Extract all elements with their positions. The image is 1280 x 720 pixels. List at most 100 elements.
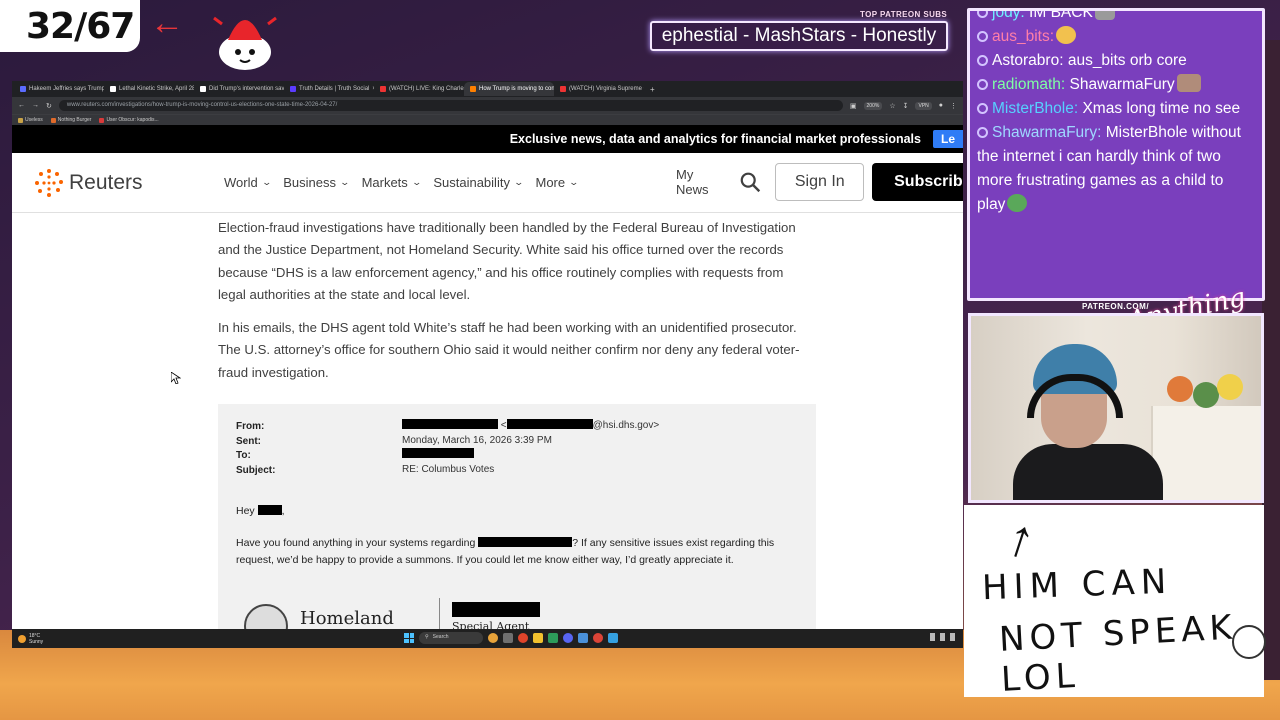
task-view-icon[interactable] [503, 633, 513, 643]
chrome-icon[interactable] [593, 633, 603, 643]
browser-tab[interactable]: Truth Details | Truth Social× [284, 82, 374, 96]
sign-in-button[interactable]: Sign In [775, 163, 865, 201]
favicon-icon [20, 86, 26, 92]
chevron-down-icon: ⌄ [411, 177, 422, 187]
chat-text: ShawarmaFury [1065, 76, 1175, 93]
browser-tab[interactable]: Lethal Kinetic Strike, April 28, 2× [104, 82, 194, 96]
browser-app-icon[interactable] [518, 633, 528, 643]
forward-icon[interactable]: → [32, 102, 39, 109]
back-icon[interactable]: ← [18, 102, 25, 109]
browser-tab[interactable]: Did Trump's intervention save c× [194, 82, 284, 96]
browser-tab[interactable]: (WATCH) Virginia Supreme Court× [554, 82, 644, 96]
browser-tab[interactable]: (WATCH) LIVE: King Charles III arr× [374, 82, 464, 96]
bookmark-item[interactable]: Useless [18, 117, 43, 123]
browser-tab-active[interactable]: How Trump is moving to contr× [464, 82, 554, 96]
chat-message: ShawarmaFury: MisterBhole without the in… [977, 121, 1256, 217]
zoom-level[interactable]: 200% [863, 101, 883, 110]
email-body: Have you found anything in your systems … [236, 537, 775, 566]
chat-message: Astorabro: aus_bits orb core [977, 49, 1256, 73]
menu-item-sustainability[interactable]: Sustainability ⌄ [433, 175, 524, 190]
bookmark-star-icon[interactable]: ☆ [889, 102, 895, 110]
app-icon[interactable] [548, 633, 558, 643]
file-explorer-icon[interactable] [533, 633, 543, 643]
stream-chat-panel: jody: IM BACK aus_bits: Astorabro: aus_b… [967, 8, 1265, 301]
chat-message: jody: IM BACK [977, 11, 1256, 25]
bookmark-item[interactable]: Nothing Burger [50, 117, 91, 123]
bookmark-item[interactable]: User Obscur: kapodis... [99, 117, 159, 123]
redaction [402, 448, 474, 458]
mouse-pointer-icon [171, 372, 181, 384]
chevron-down-icon: ⌄ [568, 177, 580, 187]
menu-item-world[interactable]: World ⌄ [224, 175, 272, 190]
chat-badge-icon [977, 11, 988, 18]
new-tab-button[interactable]: + [644, 85, 661, 94]
cursor-ring-icon [1232, 625, 1266, 659]
cast-icon[interactable]: ▣ [850, 102, 857, 110]
app-icon[interactable] [608, 633, 618, 643]
chat-message: radiomath: ShawarmaFury [977, 73, 1256, 97]
reuters-wordmark: Reuters [69, 170, 143, 194]
app-icon[interactable] [578, 633, 588, 643]
chat-text: aus_bits orb core [1063, 52, 1187, 69]
to-value [402, 448, 659, 463]
chat-badge-icon [977, 55, 988, 66]
from-value: < @hsi.dhs.gov> [402, 419, 659, 434]
chat-username: Astorabro: [992, 52, 1064, 69]
menu-icon[interactable]: ⋮ [950, 102, 957, 110]
redaction [402, 419, 498, 429]
chevron-down-icon: ⌄ [339, 177, 351, 187]
handwritten-note: ↑ HIM CAN NOT SPEAK LOL [964, 505, 1266, 700]
app-icon[interactable] [488, 633, 498, 643]
windows-start-icon[interactable] [404, 633, 414, 643]
chat-text: Xmas long time no see [1078, 100, 1241, 117]
emote-icon [1007, 194, 1028, 212]
favicon-icon [200, 86, 206, 92]
address-bar-row: ← → ↻ www.reuters.com/investigations/how… [12, 97, 963, 114]
email-header-labels: From: Sent: To: Subject: [236, 420, 275, 478]
top-subs-names: ephestial - MashStars - Honestly [650, 21, 948, 51]
menu-item-business[interactable]: Business ⌄ [283, 175, 351, 190]
arrow-up-icon: ↑ [999, 507, 1043, 571]
my-news-link[interactable]: My News [676, 167, 725, 197]
email-header-values: < @hsi.dhs.gov> Monday, March 16, 2026 3:… [402, 419, 659, 477]
taskbar-search[interactable]: ⚲ Search [419, 632, 483, 644]
favicon-icon [470, 86, 476, 92]
article-body: Election-fraud investigations have tradi… [218, 217, 808, 395]
search-icon[interactable] [739, 170, 761, 194]
extension-icon[interactable]: ● [939, 102, 943, 109]
taskbar-apps: ⚲ Search [404, 632, 618, 644]
reuters-logo-icon [35, 168, 63, 197]
chat-username: aus_bits: [992, 28, 1055, 45]
chat-badge-icon [977, 79, 988, 90]
download-icon[interactable]: ↧ [903, 102, 909, 110]
chat-username: MisterBhole: [992, 100, 1079, 117]
redaction [257, 505, 282, 515]
system-tray[interactable] [930, 633, 955, 641]
top-subs-label: TOP PATREON SUBS [860, 10, 948, 19]
email-greeting: Hey , [236, 505, 285, 517]
sent-value: Monday, March 16, 2026 3:39 PM [402, 434, 552, 446]
folder-icon [18, 117, 23, 123]
chat-username: ShawarmaFury: [992, 124, 1102, 141]
chat-message: MisterBhole: Xmas long time no see [977, 97, 1256, 121]
vpn-badge[interactable]: VPN [915, 101, 932, 110]
discord-icon[interactable] [563, 633, 573, 643]
note-line-2: NOT SPEAK LOL [998, 607, 1238, 700]
favicon-icon [50, 117, 56, 123]
arrow-left-icon: ← [150, 4, 184, 42]
chat-badge-icon [977, 127, 988, 138]
url-field[interactable]: www.reuters.com/investigations/how-trump… [58, 100, 843, 111]
search-icon: ⚲ [425, 634, 429, 640]
subscribe-button[interactable]: Subscribe [872, 163, 963, 201]
reuters-logo[interactable]: Reuters [34, 168, 224, 198]
menu-item-more[interactable]: More ⌄ [536, 175, 580, 190]
chevron-down-icon: ⌄ [261, 177, 272, 187]
reload-icon[interactable]: ↻ [46, 102, 52, 110]
promo-cta-button[interactable]: Le [932, 130, 963, 148]
article-paragraph: Election-fraud investigations have tradi… [218, 220, 796, 302]
menu-item-markets[interactable]: Markets ⌄ [362, 175, 422, 190]
siren-character-icon [213, 16, 277, 70]
weather-widget[interactable]: 18°C Sunny [18, 633, 43, 645]
streamer [1013, 344, 1163, 500]
browser-tab[interactable]: Hakeem Jeffries says Trump leg× [14, 82, 104, 96]
